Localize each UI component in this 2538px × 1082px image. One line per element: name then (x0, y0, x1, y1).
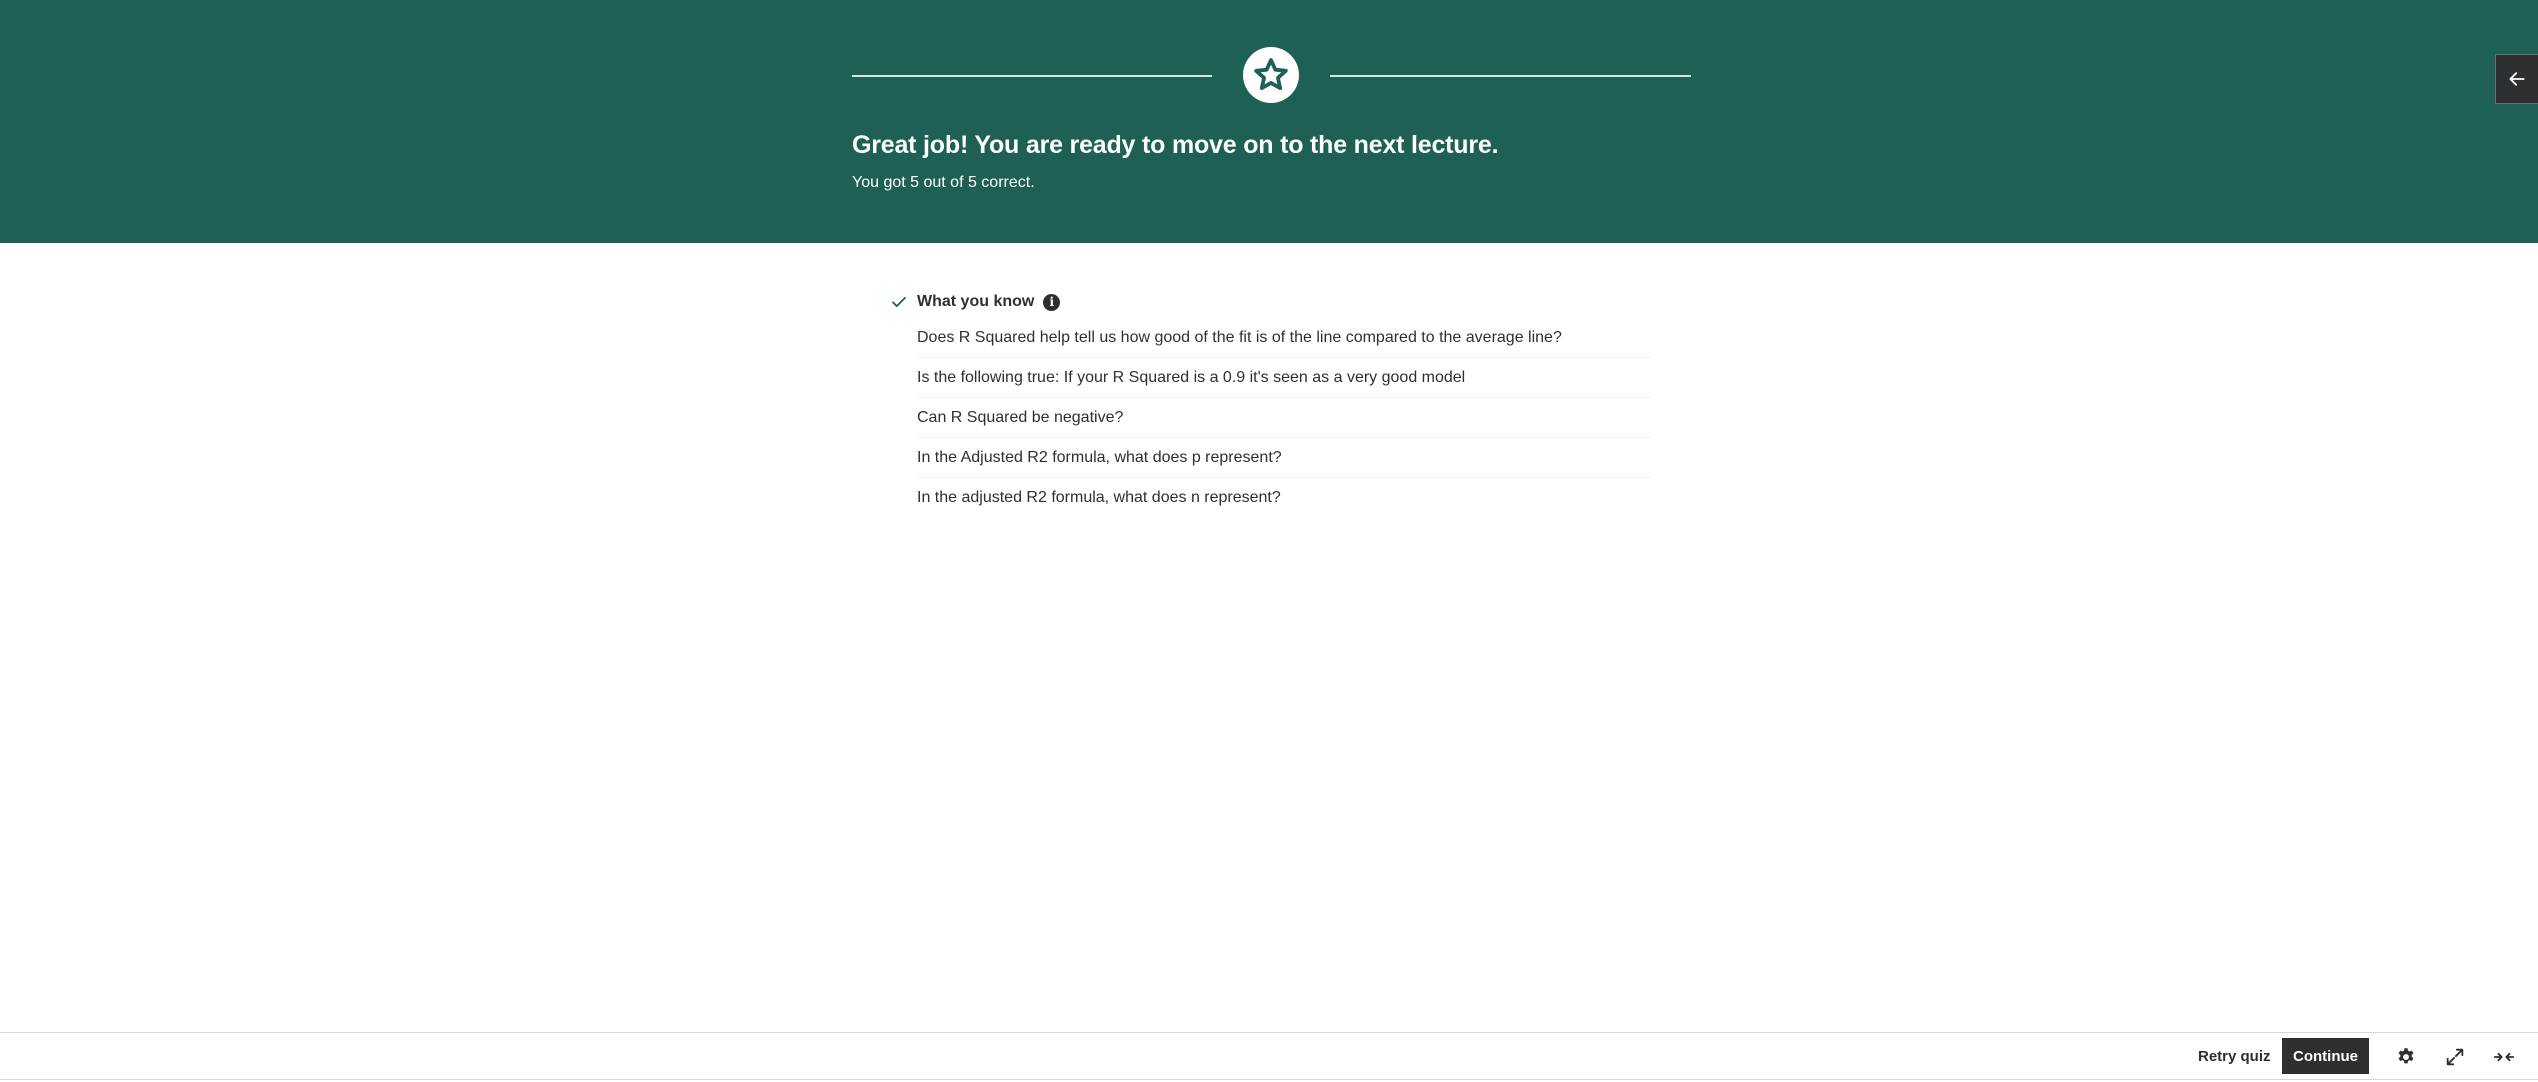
divider-right (1330, 75, 1691, 77)
knowledge-summary: What you know i Does R Squared help tell… (890, 288, 1650, 517)
result-banner: Great job! You are ready to move on to t… (0, 0, 2538, 243)
retry-quiz-button[interactable]: Retry quiz (2192, 1039, 2277, 1073)
result-score: You got 5 out of 5 correct. (852, 174, 1035, 191)
fullscreen-button[interactable] (2440, 1042, 2470, 1072)
summary-header: What you know i (890, 288, 1650, 316)
star-badge (1243, 47, 1299, 103)
gear-icon (2398, 1048, 2414, 1064)
collapse-view-button[interactable] (2489, 1042, 2519, 1072)
divider-left (852, 75, 1212, 77)
open-sidebar-button[interactable] (2495, 54, 2538, 104)
question-item: In the Adjusted R2 formula, what does p … (917, 438, 1650, 478)
question-list: Does R Squared help tell us how good of … (890, 318, 1650, 517)
expand-icon (2446, 1048, 2464, 1066)
question-item: Can R Squared be negative? (917, 398, 1650, 438)
question-item: In the adjusted R2 formula, what does n … (917, 488, 1281, 506)
star-icon (1254, 58, 1288, 91)
collapse-icon (2493, 1052, 2515, 1062)
check-icon (892, 296, 906, 308)
continue-button[interactable]: Continue (2282, 1038, 2369, 1074)
question-item: Does R Squared help tell us how good of … (917, 318, 1650, 358)
arrow-left-icon (2509, 72, 2525, 86)
settings-button[interactable] (2391, 1042, 2421, 1072)
question-item: Is the following true: If your R Squared… (917, 358, 1650, 398)
summary-title: What you know (917, 293, 1035, 310)
footer-toolbar: Retry quiz Continue (0, 1032, 2538, 1080)
result-title: Great job! You are ready to move on to t… (852, 131, 1499, 159)
info-icon[interactable]: i (1043, 293, 1061, 311)
